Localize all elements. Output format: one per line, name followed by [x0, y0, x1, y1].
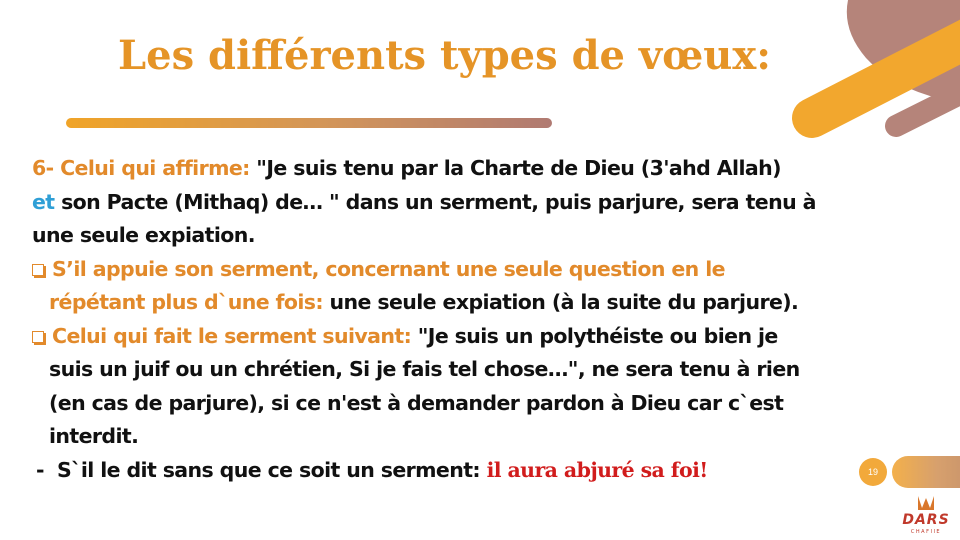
bullet-2-rest-1: "Je suis un polythéiste ou bien je — [411, 323, 779, 348]
checkbox-bullet-icon — [32, 263, 44, 276]
bullet-2-line-2: suis un juif ou un chrétien, Si je fais … — [49, 357, 800, 381]
bullet-1-rest: une seule expiation (à la suite du parju… — [322, 290, 799, 314]
logo-name: DARS — [902, 512, 950, 528]
paragraph-line-3: une seule expiation. — [32, 219, 932, 253]
dash-item: - S`il le dit sans que ce soit un sermen… — [32, 454, 932, 488]
bullet-2-line-1: Celui qui fait le serment suivant: "Je s… — [32, 320, 932, 354]
dash-item-emphasis: il aura abjuré sa foi! — [486, 457, 709, 482]
paragraph-conjunction: et — [32, 189, 55, 214]
slide-body: 6- Celui qui affirme: "Je suis tenu par … — [32, 152, 932, 487]
bullet-2-line-4: interdit. — [49, 424, 139, 448]
bullet-1-lead-1: S’il appuie son serment, concernant une … — [52, 256, 726, 281]
title-underline-bar — [66, 118, 552, 128]
paragraph-number-label: 6- Celui qui affirme: — [32, 156, 250, 180]
paragraph-conclusion: une seule expiation. — [32, 223, 256, 247]
bullet-1-line-2: répétant plus d`une fois: une seule expi… — [32, 286, 932, 320]
bullet-1-lead-2: répétant plus d`une fois: — [49, 290, 324, 314]
logo-tagline: CHAFIIE — [910, 529, 942, 535]
slide-title: Les différents types de vœux: — [118, 32, 771, 79]
deco-brown-stripe — [885, 81, 960, 137]
slide: Les différents types de vœux: 6- Celui q… — [0, 0, 960, 540]
paragraph-quote-part2: son Pacte (Mithaq) de… " dans un serment… — [61, 189, 816, 214]
bullet-1-line-1: S’il appuie son serment, concernant une … — [32, 253, 932, 287]
checkbox-bullet-icon — [32, 330, 44, 343]
bottom-decorative-bar — [892, 456, 960, 488]
paragraph-line-1: 6- Celui qui affirme: "Je suis tenu par … — [32, 152, 932, 186]
paragraph-quote-part1: "Je suis tenu par la Charte de Dieu (3'a… — [256, 156, 781, 180]
bullet-2-line-3: (en cas de parjure), si ce n'est à deman… — [49, 390, 784, 415]
dash-marker: - — [36, 457, 45, 482]
dash-item-text: S`il le dit sans que ce soit un serment: — [57, 457, 481, 482]
paragraph-line-2: et son Pacte (Mithaq) de… " dans un serm… — [32, 186, 932, 220]
page-number-badge: 19 — [859, 458, 887, 486]
bullet-2-lead: Celui qui fait le serment suivant: — [52, 323, 412, 348]
